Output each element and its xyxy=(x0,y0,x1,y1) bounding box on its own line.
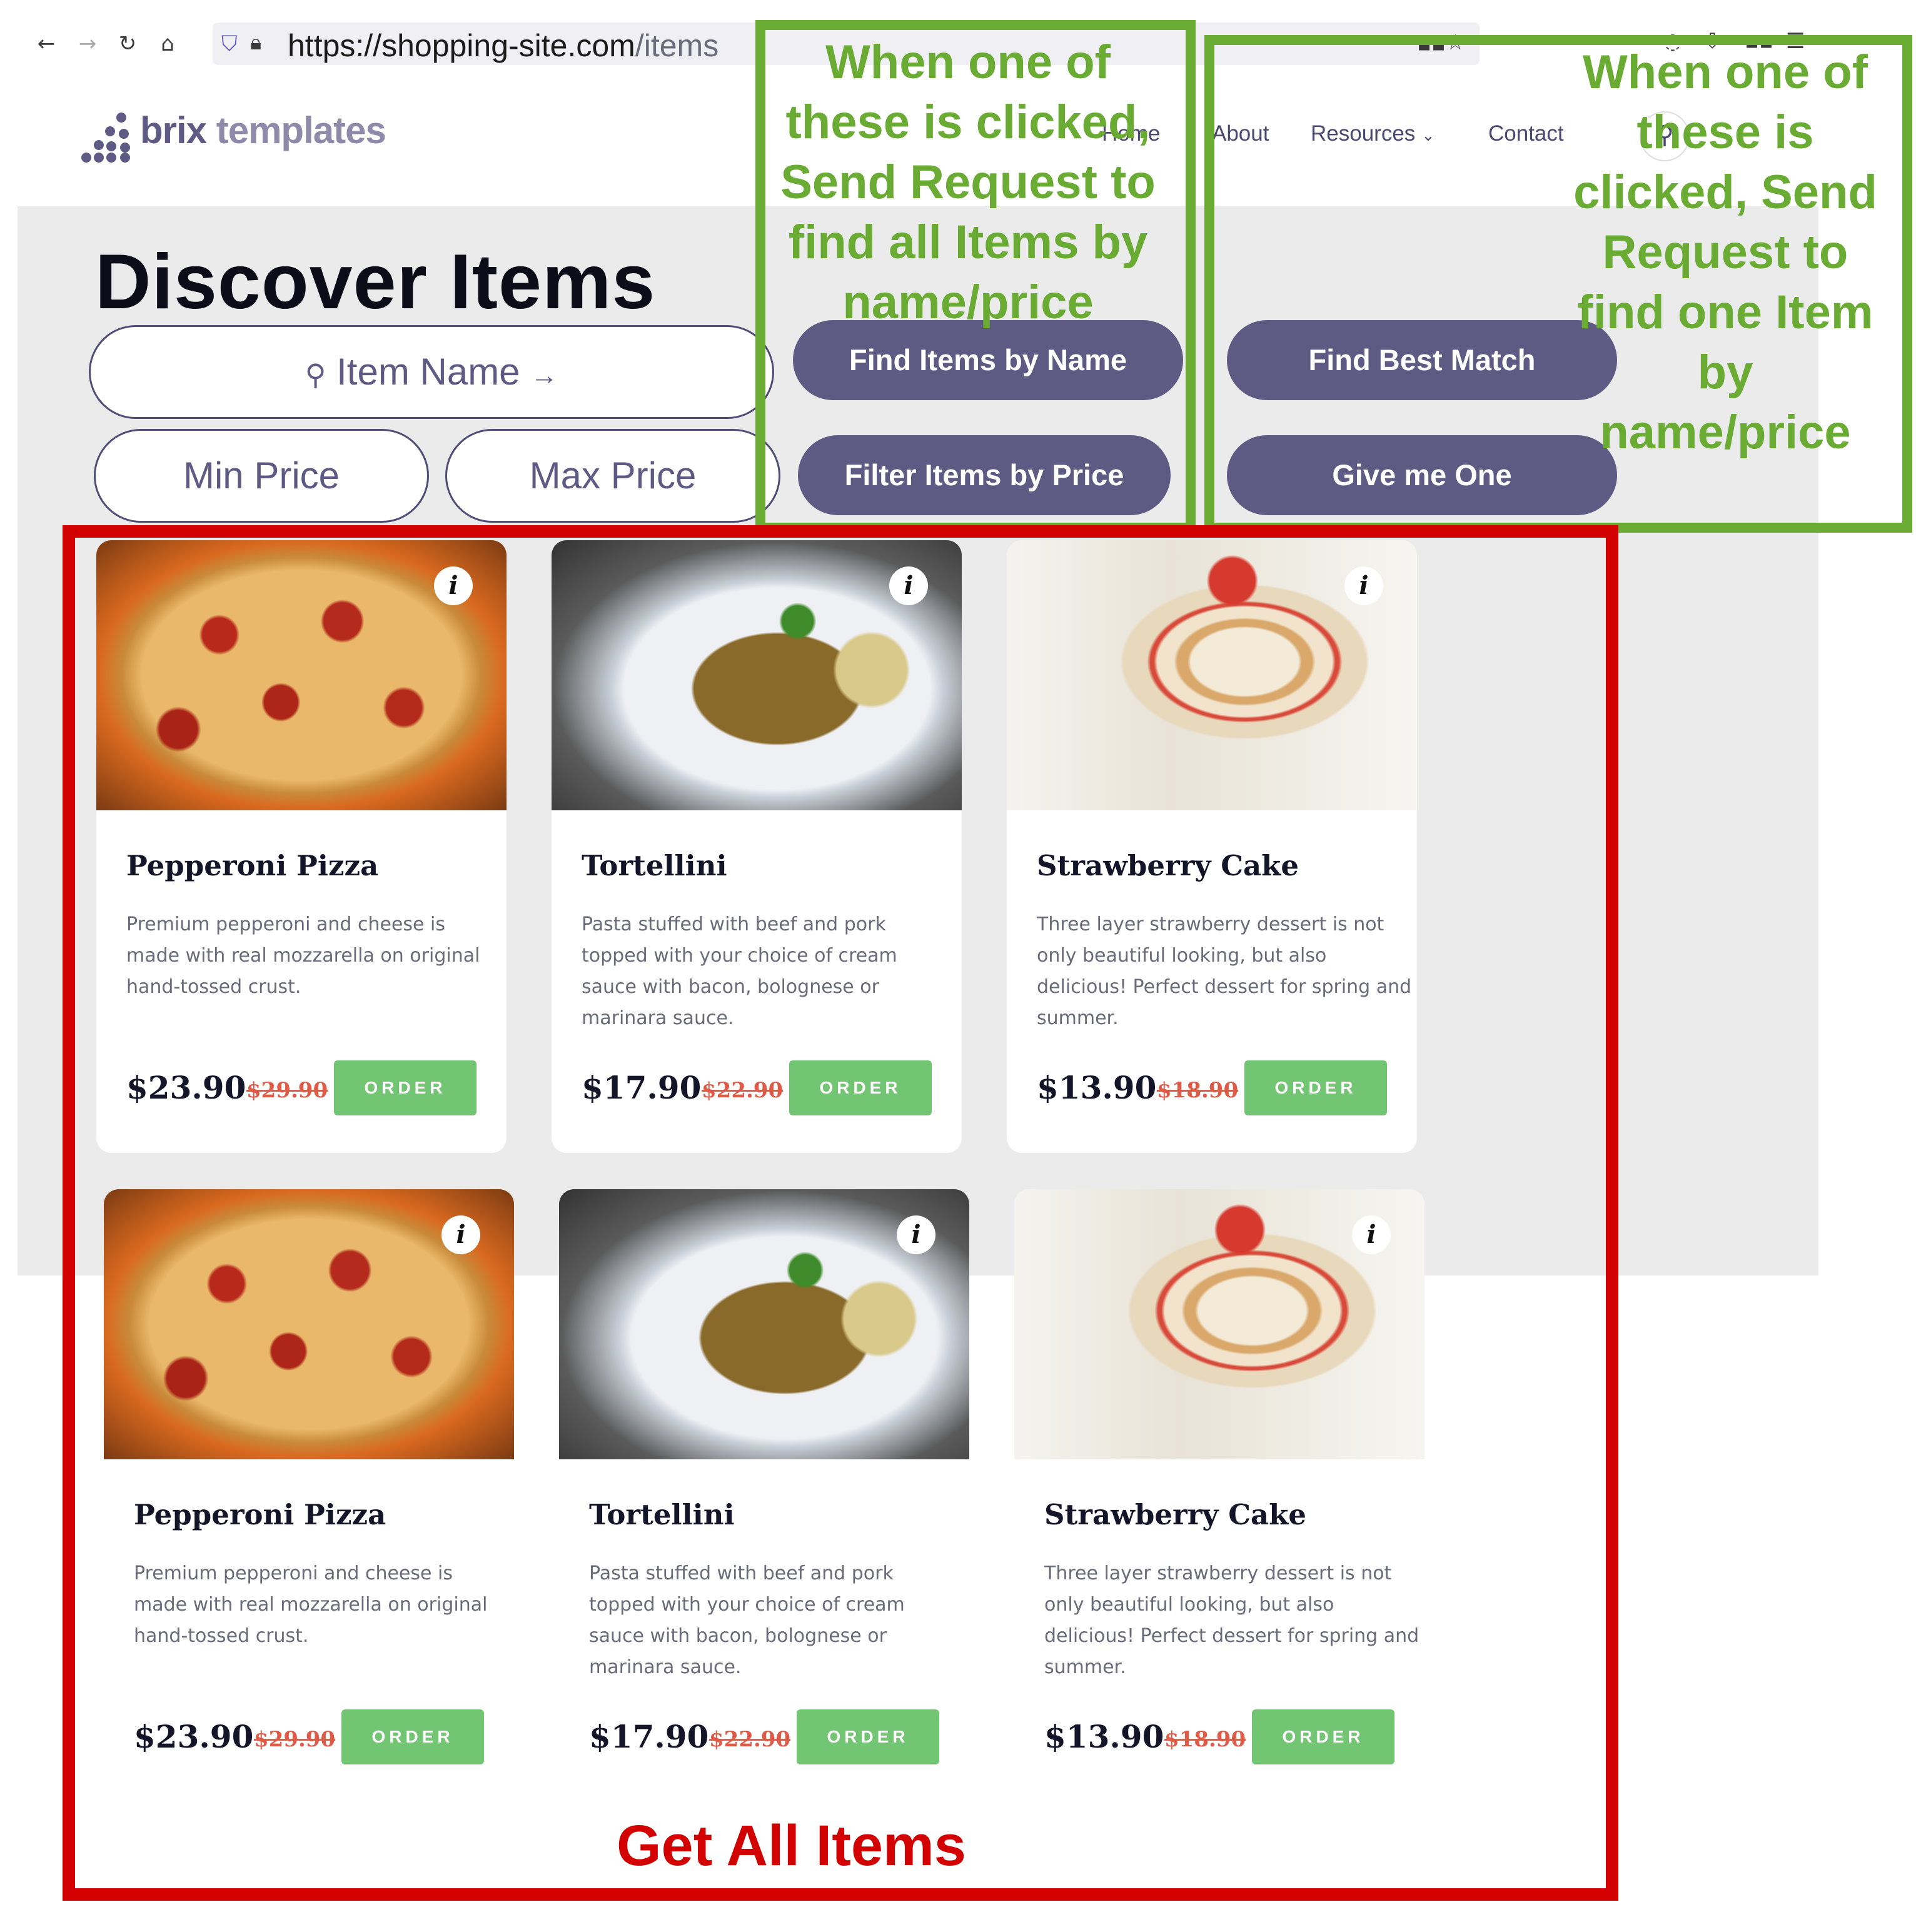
annotation-get-all-note: Get All Items xyxy=(617,1814,966,1878)
search-icon: ⚲ xyxy=(305,358,326,391)
reload-icon[interactable]: ↻ xyxy=(114,30,141,58)
item-name-placeholder: Item Name xyxy=(336,351,520,393)
shield-icon: ⛉ xyxy=(221,31,238,56)
annotation-find-all-note: When one of these is clicked, Send Reque… xyxy=(780,36,1156,329)
max-price-input[interactable]: Max Price xyxy=(445,429,780,523)
item-name-input[interactable]: ⚲ Item Name → xyxy=(89,325,774,419)
forward-arrow-icon[interactable]: → xyxy=(74,30,101,58)
logo-icon xyxy=(81,113,131,163)
page-title: Discover Items xyxy=(95,239,656,325)
arrow-right-icon: → xyxy=(530,360,558,391)
url-text: https://shopping-site.com/items xyxy=(288,28,718,64)
url-host: https://shopping-site.com xyxy=(288,28,635,63)
logo[interactable]: brix templates xyxy=(140,109,386,152)
logo-light-text: templates xyxy=(216,109,386,151)
annotation-find-one-note: When one of these is clicked, Send Reque… xyxy=(1573,46,1877,459)
back-arrow-icon[interactable]: ← xyxy=(33,30,60,58)
lock-icon: 🔒︎ xyxy=(250,30,262,55)
logo-bold-text: brix xyxy=(140,109,207,151)
home-icon[interactable]: ⌂ xyxy=(154,30,181,58)
annotation-box-get-all xyxy=(63,525,1618,1901)
min-price-input[interactable]: Min Price xyxy=(94,429,429,523)
url-path: /items xyxy=(635,28,719,63)
